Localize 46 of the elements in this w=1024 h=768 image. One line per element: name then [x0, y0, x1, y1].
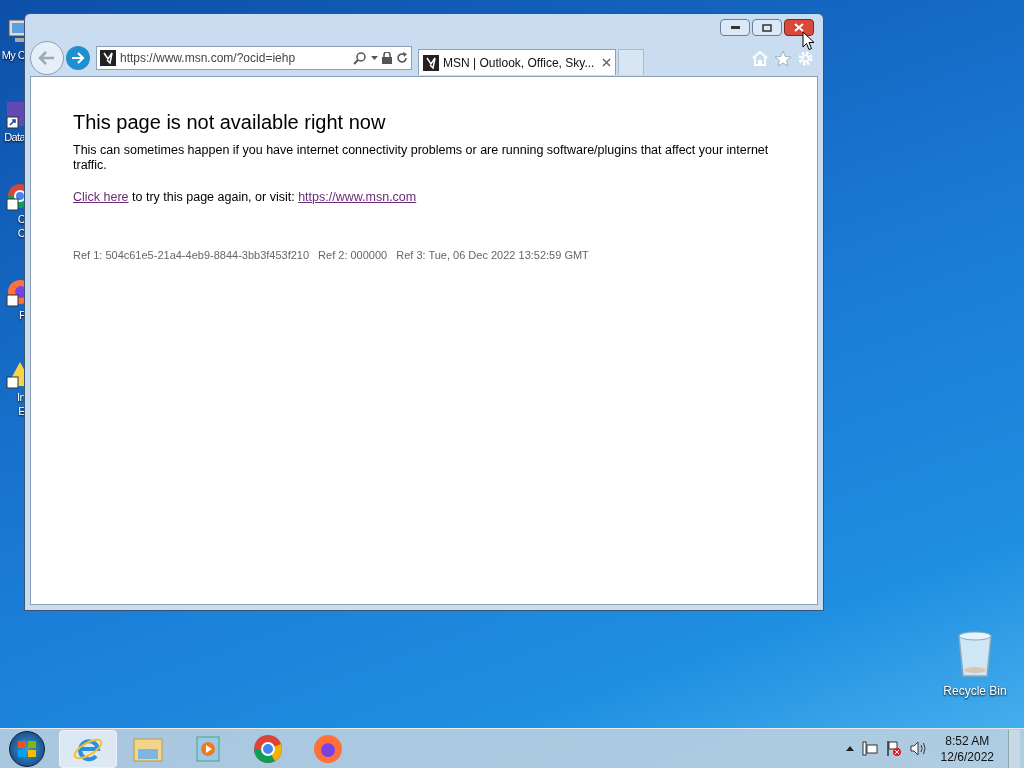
restore-button[interactable] [752, 19, 782, 36]
clock-date: 12/6/2022 [940, 748, 994, 765]
error-description: This can sometimes happen if you have internet connectivity problems or are running software/plugins that affect your internet traffic. [73, 143, 770, 173]
retry-link[interactable]: Click here [73, 190, 129, 204]
network-icon[interactable] [861, 740, 878, 757]
minimize-icon [730, 26, 740, 29]
restore-icon [762, 23, 772, 32]
browser-tab[interactable]: MSN | Outlook, Office, Sky... [418, 49, 616, 75]
start-button[interactable] [9, 730, 45, 767]
reference-text: Ref 3: Tue, 06 Dec 2022 13:52:59 GMT [396, 247, 589, 263]
lock-icon[interactable] [382, 52, 392, 64]
desktop-icon-label: E [18, 404, 25, 418]
msn-link[interactable]: https://www.msn.com [298, 190, 417, 204]
reference-text: Ref 2: 000000 [318, 247, 388, 263]
site-favicon [100, 50, 116, 66]
error-heading: This page is not available right now [73, 110, 387, 135]
tab-title: MSN | Outlook, Office, Sky... [443, 54, 596, 72]
volume-icon[interactable] [909, 741, 927, 756]
forward-arrow-icon [71, 52, 85, 64]
clock[interactable]: 8:52 AM 12/6/2022 [934, 732, 1000, 765]
recycle-bin-icon[interactable] [956, 630, 994, 678]
close-tab-icon[interactable] [602, 58, 611, 67]
clock-time: 8:52 AM [945, 732, 990, 749]
reference-text: Ref 1: 504c61e5-21a4-4eb9-8844-3bb3f453f210 [73, 247, 310, 263]
address-bar[interactable]: https://www.msn.com/?ocid=iehp [96, 46, 412, 70]
firefox-icon [312, 732, 344, 765]
windows-logo-icon [17, 739, 37, 758]
forward-button[interactable] [66, 46, 90, 70]
desktop-icon-label: Data [4, 130, 25, 144]
chrome-icon [252, 732, 284, 765]
flag-error-icon[interactable] [885, 740, 902, 757]
search-icon[interactable] [353, 51, 367, 65]
mouse-cursor-icon [802, 31, 815, 51]
close-button[interactable] [784, 19, 814, 36]
back-arrow-icon [38, 50, 56, 66]
site-favicon [423, 54, 439, 71]
retry-text: to try this page again, or visit: [132, 190, 295, 204]
close-icon [794, 23, 804, 32]
show-hidden-icons-caret[interactable] [845, 746, 854, 751]
star-icon[interactable] [774, 49, 792, 67]
recycle-bin-label: Recycle Bin [943, 683, 1007, 700]
taskbar-app-button[interactable] [59, 729, 117, 768]
refresh-icon[interactable] [396, 52, 408, 64]
dropdown-caret-icon[interactable] [371, 56, 378, 60]
address-text: https://www.msn.com/?ocid=iehp [120, 50, 297, 67]
minimize-button[interactable] [720, 19, 750, 36]
